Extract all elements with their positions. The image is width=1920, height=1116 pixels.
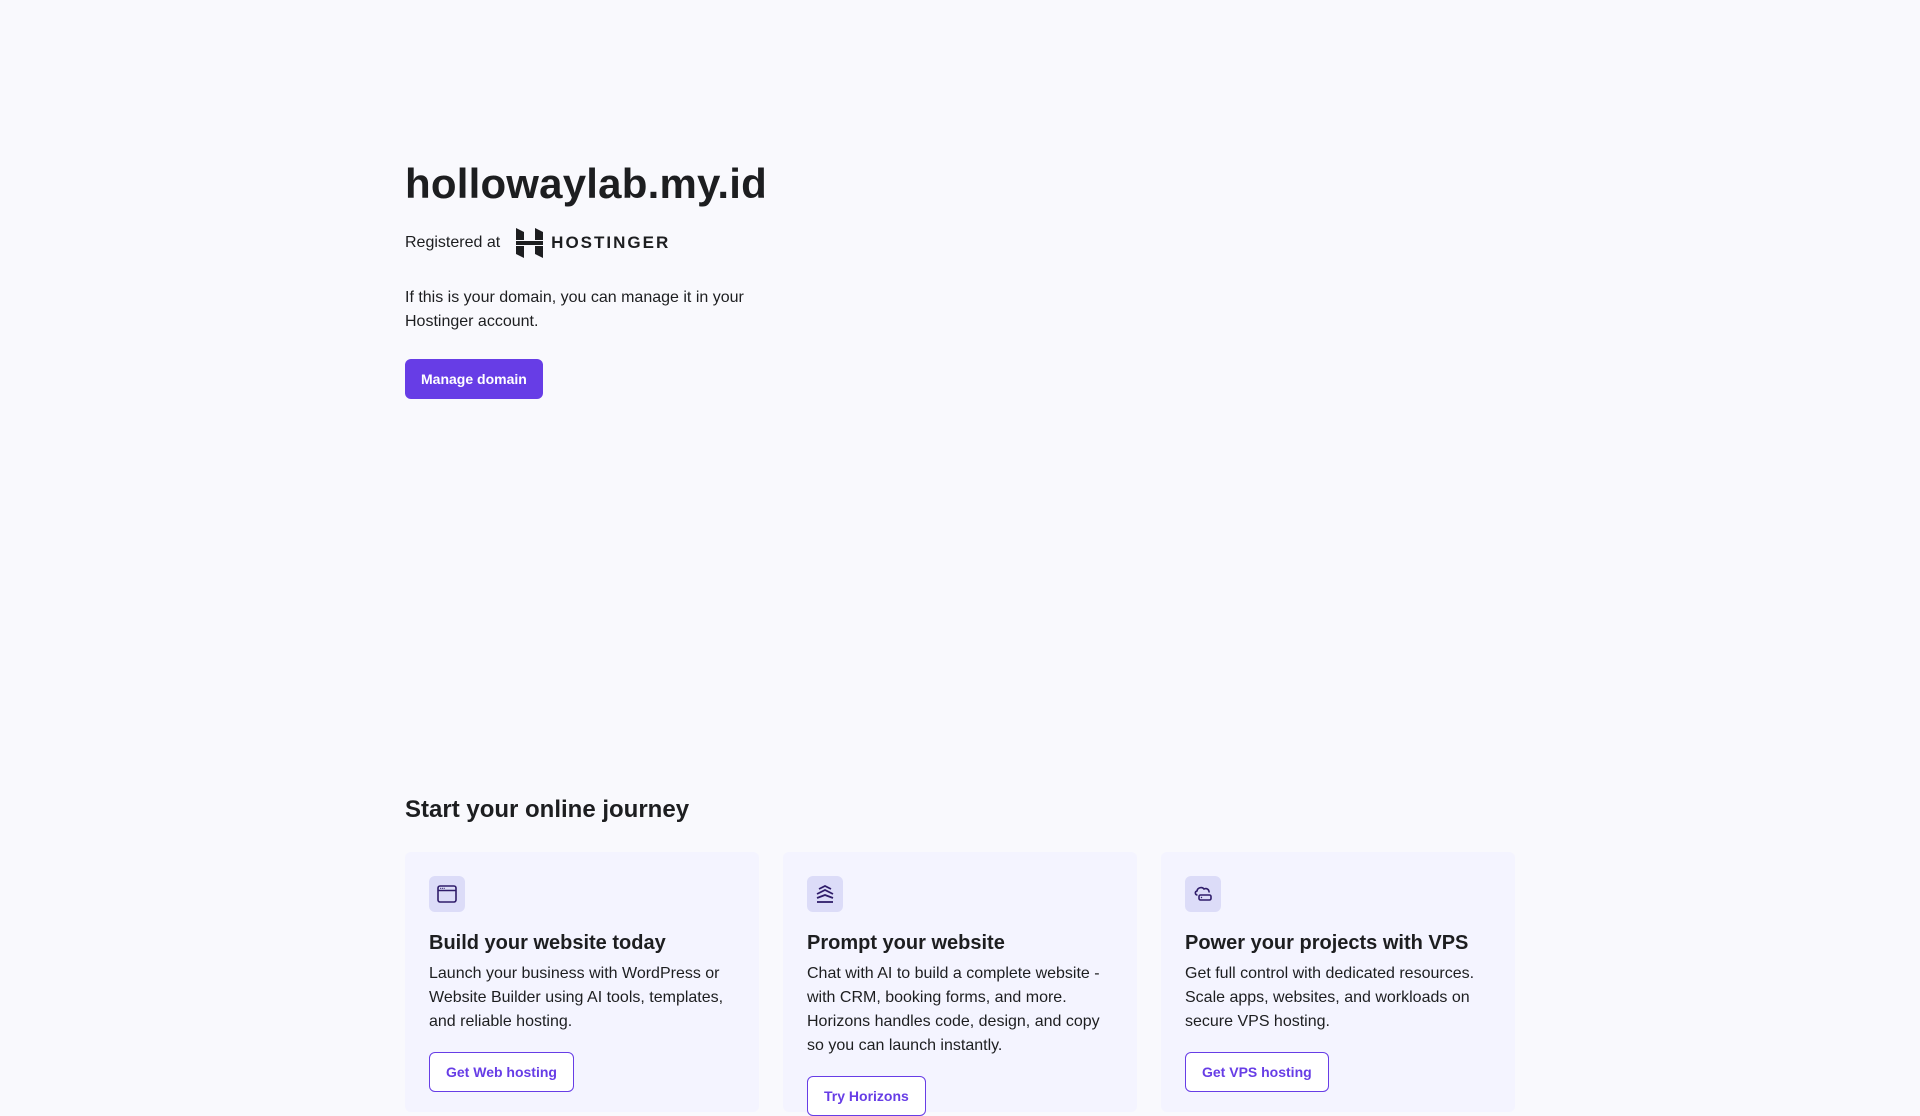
try-horizons-button[interactable]: Try Horizons	[807, 1076, 926, 1116]
card-title: Build your website today	[429, 932, 666, 954]
web-hosting-card: Build your website today Launch your bus…	[405, 852, 759, 1112]
manage-domain-button[interactable]: Manage domain	[405, 359, 543, 399]
browser-window-icon	[429, 876, 465, 912]
online-journey-section: Start your online journey Build your web…	[405, 790, 1515, 1116]
offer-cards: Build your website today Launch your bus…	[405, 852, 1515, 1116]
card-description: Get full control with dedicated resource…	[1185, 965, 1475, 1030]
domain-description: If this is your domain, you can manage i…	[405, 289, 744, 330]
hostinger-logo: HOSTINGER	[516, 228, 670, 258]
vps-card: Power your projects with VPS Get full co…	[1161, 852, 1515, 1112]
horizons-icon	[807, 876, 843, 912]
hostinger-mark-icon	[516, 228, 544, 258]
hostinger-wordmark: HOSTINGER	[551, 233, 671, 252]
section-title: Start your online journey	[405, 796, 690, 823]
domain-title: hollowaylab.my.id	[405, 160, 768, 207]
get-web-hosting-button[interactable]: Get Web hosting	[429, 1052, 574, 1092]
get-vps-hosting-button[interactable]: Get VPS hosting	[1185, 1052, 1329, 1092]
domain-hero: hollowaylab.my.id Registered at HOSTINGE…	[405, 150, 825, 399]
card-title: Prompt your website	[807, 932, 1005, 954]
registrar-row: Registered at HOSTINGER	[405, 226, 825, 260]
card-description: Chat with AI to build a complete website…	[807, 965, 1100, 1054]
cloud-server-icon	[1185, 876, 1221, 912]
registered-label: Registered at	[405, 234, 501, 251]
card-title: Power your projects with VPS	[1185, 932, 1469, 954]
horizons-card: Prompt your website Chat with AI to buil…	[783, 852, 1137, 1116]
card-description: Launch your business with WordPress or W…	[429, 965, 724, 1030]
